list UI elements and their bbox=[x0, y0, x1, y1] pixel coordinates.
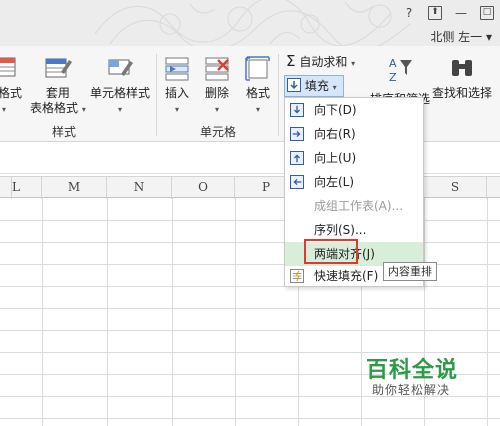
column-header-partial[interactable] bbox=[0, 177, 12, 199]
sort-filter-icon: A Z bbox=[389, 57, 412, 84]
gridline bbox=[172, 198, 173, 426]
cell-styles-icon bbox=[108, 59, 133, 76]
format-cells-icon bbox=[245, 56, 270, 81]
menu-item-label: 快速填充(F) bbox=[314, 269, 379, 283]
minimize-button[interactable]: — bbox=[454, 6, 468, 20]
autosum-button[interactable]: Σ 自动求和 ▾ bbox=[286, 54, 355, 71]
formula-bar-area bbox=[0, 142, 500, 174]
gridline bbox=[107, 198, 108, 426]
group-divider bbox=[156, 54, 157, 136]
format-as-label: 表格式 bbox=[0, 86, 23, 100]
menu-item-label: 向上(U) bbox=[314, 151, 357, 165]
ribbon-display-button[interactable]: ⬆ bbox=[428, 6, 442, 20]
cell-styles-button[interactable]: 单元格样式 ▾ bbox=[90, 54, 150, 117]
format-as-table-label-2: 表格格式 bbox=[30, 101, 79, 115]
cell-styles-label: 单元格样式 bbox=[90, 86, 151, 100]
sort-filter-button[interactable]: A Z bbox=[383, 54, 413, 86]
column-header-n[interactable]: N bbox=[107, 177, 172, 199]
chevron-down-icon: ▾ bbox=[174, 105, 179, 114]
gridline bbox=[0, 220, 500, 221]
gridline bbox=[0, 242, 500, 243]
insert-label: 插入 bbox=[164, 86, 189, 100]
svg-text:Z: Z bbox=[389, 71, 397, 84]
ribbon-home: 表格式 ▾ 套用 表格格式 ▾ 单元格样式 ▾ 样式 插入 ▾ bbox=[0, 46, 500, 142]
fill-left-icon bbox=[290, 175, 304, 189]
table-format-icon bbox=[0, 57, 16, 77]
chevron-down-icon: ▾ bbox=[255, 105, 260, 114]
column-header-row: L M N O P S bbox=[0, 176, 500, 199]
menu-item-fill-up[interactable]: 向上(U) bbox=[285, 146, 423, 170]
menu-item-label: 向右(R) bbox=[314, 127, 356, 141]
insert-cells-icon bbox=[165, 57, 189, 81]
styles-group-label: 样式 bbox=[52, 125, 77, 139]
flash-fill-icon bbox=[290, 269, 304, 283]
menu-item-fill-right[interactable]: 向右(R) bbox=[285, 122, 423, 146]
fill-button[interactable]: 填充 ▾ bbox=[284, 75, 344, 97]
delete-cells-icon bbox=[205, 57, 229, 81]
autosum-label: 自动求和 bbox=[299, 55, 348, 69]
format-button[interactable]: 格式 ▾ bbox=[243, 54, 273, 117]
chevron-down-icon: ▾ bbox=[2, 105, 7, 114]
fill-up-icon bbox=[290, 151, 304, 165]
format-as-table-label-1: 套用 bbox=[45, 86, 70, 100]
help-button[interactable]: ? bbox=[402, 6, 416, 20]
window-controls: ? ⬆ — □ bbox=[402, 6, 494, 20]
find-select-label: 查找和选择 bbox=[432, 86, 493, 100]
delete-button[interactable]: 删除 ▾ bbox=[202, 54, 232, 117]
column-header-m[interactable]: M bbox=[42, 177, 107, 199]
maximize-button[interactable]: □ bbox=[480, 6, 494, 20]
gridline bbox=[0, 330, 500, 331]
column-header-l[interactable]: L bbox=[12, 177, 42, 199]
column-header-s[interactable]: S bbox=[424, 177, 487, 199]
fill-right-icon bbox=[290, 127, 304, 141]
table-style-icon bbox=[45, 58, 72, 78]
gridline bbox=[0, 418, 500, 419]
column-header-o[interactable]: O bbox=[172, 177, 235, 199]
decorative-swirl-pattern bbox=[94, 0, 411, 46]
menu-item-label: 向左(L) bbox=[314, 175, 355, 189]
gridline bbox=[235, 198, 236, 426]
format-as-partial-button[interactable]: 表格式 ▾ bbox=[0, 54, 22, 117]
chevron-down-icon: ▾ bbox=[81, 105, 86, 114]
watermark-title: 百科全说 bbox=[366, 358, 459, 383]
fill-label: 填充 bbox=[304, 79, 329, 93]
gridline bbox=[0, 286, 500, 287]
tooltip: 内容重排 bbox=[383, 262, 437, 281]
menu-item-fill-down[interactable]: 向下(D) bbox=[285, 98, 423, 122]
format-as-table-button[interactable]: 套用 表格格式 ▾ bbox=[30, 54, 86, 117]
chevron-down-icon: ▾ bbox=[332, 83, 337, 92]
chevron-down-icon: ▾ bbox=[118, 105, 123, 114]
user-account[interactable]: 北侧 左一 ▾ bbox=[430, 28, 492, 45]
find-select-button[interactable]: 查找和选择 bbox=[432, 54, 492, 101]
chevron-down-icon: ▾ bbox=[214, 105, 219, 114]
gridline bbox=[42, 198, 43, 426]
gridline bbox=[487, 198, 488, 426]
gridline bbox=[0, 308, 500, 309]
sigma-icon: Σ bbox=[286, 52, 296, 70]
menu-item-label: 向下(D) bbox=[314, 103, 357, 117]
watermark-subtitle: 助你轻松解决 bbox=[372, 383, 451, 397]
group-divider bbox=[278, 54, 279, 136]
format-label: 格式 bbox=[245, 86, 270, 100]
binoculars-icon bbox=[452, 60, 472, 76]
svg-text:A: A bbox=[389, 57, 397, 70]
title-bar: ? ⬆ — □ 北侧 左一 ▾ bbox=[0, 0, 500, 46]
annotation-highlight-box bbox=[304, 239, 358, 264]
menu-item-across-worksheets: 成组工作表(A)... bbox=[285, 194, 423, 218]
menu-item-label: 成组工作表(A)... bbox=[314, 199, 404, 213]
menu-item-fill-left[interactable]: 向左(L) bbox=[285, 170, 423, 194]
fill-down-icon bbox=[290, 103, 304, 117]
insert-button[interactable]: 插入 ▾ bbox=[162, 54, 192, 117]
chevron-down-icon: ▾ bbox=[351, 59, 356, 68]
fill-down-icon bbox=[287, 78, 301, 92]
delete-label: 删除 bbox=[204, 86, 229, 100]
cells-group-label: 单元格 bbox=[200, 125, 237, 139]
